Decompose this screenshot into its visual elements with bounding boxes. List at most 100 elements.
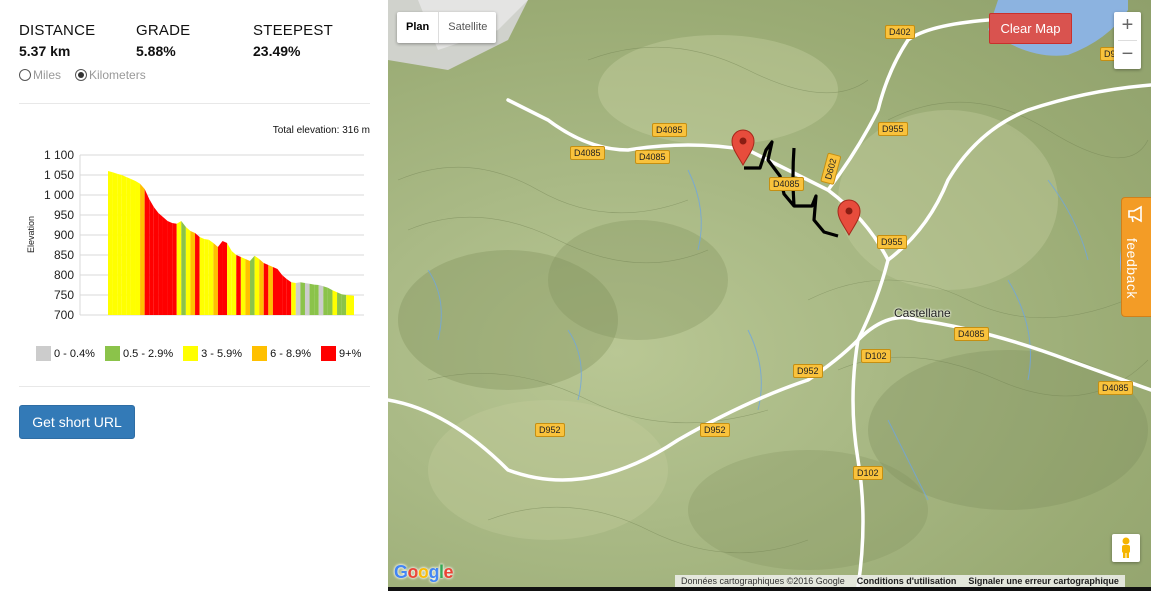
map-canvas[interactable]: D402 D955 D4085 D4085 D4085 D955 D4085 D… <box>388 0 1151 587</box>
divider <box>19 103 370 104</box>
kilometers-label: Kilometers <box>89 68 146 82</box>
elevation-segment <box>327 287 333 315</box>
road-label: D4085 <box>954 327 989 341</box>
feedback-tab[interactable]: feedback <box>1121 197 1151 317</box>
y-tick-label: 950 <box>54 208 74 222</box>
elevation-segment <box>259 259 264 315</box>
elevation-segment <box>217 241 223 315</box>
road-label: D402 <box>885 25 915 39</box>
elevation-segment <box>286 279 292 315</box>
elevation-segment <box>323 286 328 315</box>
legend-label: 0 - 0.4% <box>54 347 95 360</box>
legend-swatch <box>183 346 199 361</box>
elevation-segment <box>245 259 251 315</box>
legend-swatch <box>252 346 268 361</box>
elevation-segment <box>185 227 191 315</box>
elevation-segment <box>332 290 338 315</box>
y-tick-label: 1 000 <box>44 188 74 202</box>
elevation-segment <box>222 241 228 315</box>
zoom-control: + − <box>1114 12 1141 69</box>
road-label: D955 <box>878 122 908 136</box>
clear-map-button[interactable]: Clear Map <box>989 13 1072 44</box>
y-tick-labels: 1 100 1 050 1 000 950 900 850 800 750 700 <box>44 148 74 322</box>
start-marker[interactable] <box>731 129 755 166</box>
google-logo: Google <box>394 562 454 582</box>
map-type-control: Plan Satellite <box>397 12 497 43</box>
elevation-segment <box>140 183 145 315</box>
elevation-segment <box>291 282 296 315</box>
miles-label: Miles <box>33 68 62 82</box>
town-label: Castellane <box>894 306 951 320</box>
legend-label: 0.5 - 2.9% <box>122 347 174 360</box>
megaphone-icon <box>1127 205 1147 228</box>
y-tick-label: 1 100 <box>44 148 74 162</box>
legend-item: 0.5 - 2.9% <box>104 346 174 361</box>
elevation-segment <box>231 251 237 315</box>
elevation-segment <box>199 237 205 315</box>
report-error-link[interactable]: Signaler une erreur cartographique <box>962 575 1125 587</box>
grade-legend: 0 - 0.4% 0.5 - 2.9% 3 - 5.9% 6 - 8.9% 9+% <box>36 346 371 361</box>
road-label: D4085 <box>769 177 804 191</box>
bottom-bar <box>388 587 1151 591</box>
elevation-segment <box>112 172 118 315</box>
steepest-value: 23.49% <box>253 43 301 59</box>
get-short-url-button[interactable]: Get short URL <box>19 405 135 439</box>
elevation-segment <box>295 282 301 315</box>
legend-swatch <box>104 346 120 361</box>
grade-stat: GRADE 5.88% <box>136 22 190 59</box>
miles-radio[interactable] <box>19 69 31 81</box>
feedback-label: feedback <box>1124 238 1140 299</box>
legend-label: 6 - 8.9% <box>270 347 312 360</box>
elevation-segment <box>213 243 218 315</box>
elevation-segment <box>108 171 113 315</box>
elevation-segment <box>149 199 154 315</box>
miles-option[interactable]: Miles <box>19 68 61 82</box>
elevation-segment <box>250 255 255 315</box>
terms-link[interactable]: Conditions d'utilisation <box>851 575 963 587</box>
unit-selector: Miles Kilometers <box>19 68 160 82</box>
zoom-in-button[interactable]: + <box>1114 12 1141 40</box>
elevation-chart: 1 100 1 050 1 000 950 900 850 800 750 700 Elevat… <box>26 148 364 322</box>
legend-label: 3 - 5.9% <box>201 347 243 360</box>
street-view-pegman[interactable] <box>1112 534 1140 562</box>
pegman-icon <box>1122 537 1130 558</box>
elevation-segment <box>300 282 305 315</box>
kilometers-option[interactable]: Kilometers <box>75 68 146 82</box>
legend-label: 9+% <box>339 347 362 360</box>
elevation-segment <box>153 207 159 315</box>
kilometers-radio[interactable] <box>75 69 88 81</box>
elevation-segment <box>318 285 324 315</box>
elevation-segment <box>282 275 287 315</box>
elevation-segment <box>268 265 273 315</box>
y-tick-label: 700 <box>54 308 74 322</box>
road-label: D102 <box>861 349 891 363</box>
road-label: D4085 <box>570 146 605 160</box>
road-label: D102 <box>853 466 883 480</box>
y-tick-label: 900 <box>54 228 74 242</box>
steepest-stat: STEEPEST 23.49% <box>253 22 333 59</box>
legend-swatch <box>321 346 337 361</box>
elevation-segment <box>346 295 354 315</box>
elevation-segment <box>162 217 168 315</box>
divider <box>19 386 370 387</box>
map-attribution-bar: Données cartographiques ©2016 Google Con… <box>675 575 1125 587</box>
elevation-segment <box>195 233 200 315</box>
road-label: D952 <box>700 423 730 437</box>
grade-value: 5.88% <box>136 43 176 59</box>
map-type-satellite[interactable]: Satellite <box>439 12 496 43</box>
elevation-segment <box>314 284 319 315</box>
legend-swatch <box>36 346 51 361</box>
elevation-segment <box>158 213 163 315</box>
elevation-segment <box>190 231 196 315</box>
distance-label: DISTANCE <box>19 22 96 39</box>
elevation-segment <box>181 221 186 315</box>
elevation-segment <box>167 221 173 315</box>
zoom-out-button[interactable]: − <box>1114 41 1141 69</box>
elevation-segment <box>135 181 141 315</box>
elevation-area <box>108 171 354 315</box>
legend-item: 3 - 5.9% <box>183 346 242 361</box>
road-label: D955 <box>877 235 907 249</box>
map-data-credit: Données cartographiques ©2016 Google <box>681 576 845 586</box>
elevation-segment <box>204 239 209 315</box>
map-type-plan[interactable]: Plan <box>397 12 440 43</box>
